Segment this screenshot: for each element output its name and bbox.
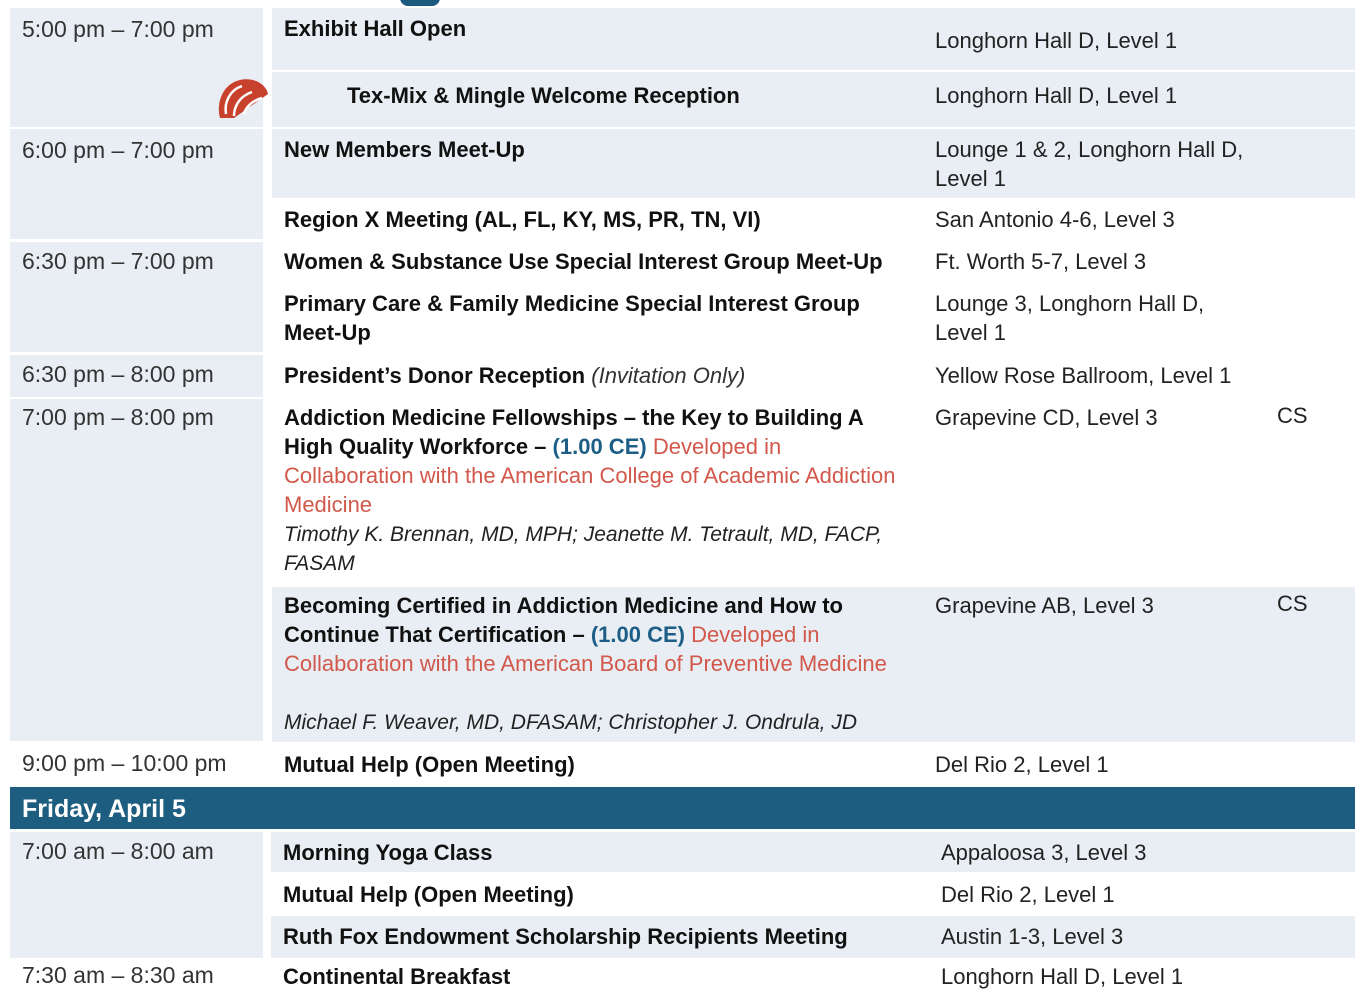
event-cell: Primary Care & Family Medicine Special I… [272,284,1355,352]
event-cell: Morning Yoga Class Appaloosa 3, Level 3 [271,832,1355,872]
event-title: Women & Substance Use Special Interest G… [284,249,883,274]
event-location: Lounge 3, Longhorn Hall D, Level 1 [935,291,1205,345]
event-cell: Becoming Certified in Addiction Medicine… [272,587,1355,742]
time-cell: 7:30 am – 8:30 am [10,960,263,990]
schedule-row: Primary Care & Family Medicine Special I… [10,284,1355,352]
event-title: Becoming Certified in Addiction Medicine… [284,591,909,678]
event-title: Region X Meeting (AL, FL, KY, MS, PR, TN… [284,207,761,232]
time-cell: 9:00 pm – 10:00 pm [10,744,263,786]
event-title: Tex-Mix & Mingle Welcome Reception [347,83,740,108]
event-title: Continental Breakfast [283,964,511,989]
time-cell: 6:30 pm – 8:00 pm [10,355,263,397]
schedule-row: 7:30 am – 8:30 am Continental Breakfast … [10,960,1355,990]
schedule-row: 6:30 pm – 7:00 pm Women & Substance Use … [10,242,1355,352]
section-top-edge [0,0,1355,8]
event-cell: Addiction Medicine Fellowships – the Key… [272,399,1355,584]
event-cell: Ruth Fox Endowment Scholarship Recipient… [271,916,1355,958]
event-cell: President’s Donor Reception (Invitation … [272,355,1355,397]
event-note: (Invitation Only) [591,363,746,388]
event-cell: Continental Breakfast Longhorn Hall D, L… [271,960,1355,990]
schedule-row: Region X Meeting (AL, FL, KY, MS, PR, TN… [10,199,1355,239]
event-title: Exhibit Hall Open [284,16,467,41]
event-location: Longhorn Hall D, Level 1 [941,964,1184,989]
event-cell: Mutual Help (Open Meeting) Del Rio 2, Le… [272,744,1355,786]
event-location: Austin 1-3, Level 3 [941,924,1124,949]
schedule-row: Tex-Mix & Mingle Welcome Reception Longh… [10,72,1355,127]
schedule-page: 5:00 pm – 7:00 pm Exhibit Hall Open Long… [0,0,1355,990]
event-title: New Members Meet-Up [284,137,525,162]
day-header-label: Friday, April 5 [22,795,186,823]
event-title: President’s Donor Reception (Invitation … [284,361,924,390]
event-cell: Region X Meeting (AL, FL, KY, MS, PR, TN… [272,199,1355,239]
event-location: Grapevine CD, Level 3 [935,405,1158,430]
event-location: Longhorn Hall D, Level 1 [935,83,1178,108]
schedule-row: 7:00 am – 8:00 am Morning Yoga Class App… [10,832,1355,958]
event-cell: Mutual Help (Open Meeting) Del Rio 2, Le… [271,874,1355,914]
event-title: Mutual Help (Open Meeting) [283,882,574,907]
schedule-row: 6:30 pm – 8:00 pm President’s Donor Rece… [10,355,1355,397]
event-cell: Women & Substance Use Special Interest G… [272,242,1355,282]
event-title-text: President’s Donor Reception [284,363,586,388]
event-title: Primary Care & Family Medicine Special I… [284,291,860,345]
speakers: Timothy K. Brennan, MD, MPH; Jeanette M.… [284,523,883,575]
time-label: 9:00 pm – 10:00 pm [22,750,227,776]
taco-icon [218,79,268,118]
event-title: Mutual Help (Open Meeting) [284,752,575,777]
event-location: San Antonio 4-6, Level 3 [935,207,1175,232]
event-location: Del Rio 2, Level 1 [941,882,1115,907]
ce-credit: (1.00 CE) [552,434,647,459]
event-location: Lounge 1 & 2, Longhorn Hall D, Level 1 [935,137,1244,191]
time-label: 7:30 am – 8:30 am [22,962,214,988]
event-title: Addiction Medicine Fellowships – the Key… [284,403,909,519]
schedule-row: Ruth Fox Endowment Scholarship Recipient… [10,916,1355,958]
session-code: CS [1277,591,1308,616]
event-location: Appaloosa 3, Level 3 [941,840,1147,865]
event-title: Morning Yoga Class [283,840,493,865]
speakers: Michael F. Weaver, MD, DFASAM; Christoph… [284,711,858,734]
heading-fragment [400,0,440,6]
time-label: 6:30 pm – 8:00 pm [22,361,214,387]
schedule-row: 9:00 pm – 10:00 pm Mutual Help (Open Mee… [10,744,1355,786]
session-code: CS [1277,403,1308,428]
time-label: 7:00 pm – 8:00 pm [22,404,214,430]
event-location: Grapevine AB, Level 3 [935,593,1154,618]
event-cell: Exhibit Hall Open Longhorn Hall D, Level… [272,8,1355,70]
event-title: Ruth Fox Endowment Scholarship Recipient… [283,924,848,949]
time-label: 6:00 pm – 7:00 pm [22,137,214,163]
event-location: Ft. Worth 5-7, Level 3 [935,249,1147,274]
event-cell: Tex-Mix & Mingle Welcome Reception Longh… [218,72,1355,127]
time-label: 5:00 pm – 7:00 pm [22,16,214,42]
event-location: Yellow Rose Ballroom, Level 1 [935,363,1232,388]
schedule-row: 5:00 pm – 7:00 pm Exhibit Hall Open Long… [10,8,1355,127]
time-label: 7:00 am – 8:00 am [22,838,214,864]
ce-credit: (1.00 CE) [590,622,685,647]
day-header: Friday, April 5 [10,787,1355,829]
schedule-row: Mutual Help (Open Meeting) Del Rio 2, Le… [10,874,1355,914]
time-label: 6:30 pm – 7:00 pm [22,248,214,274]
schedule-row: Becoming Certified in Addiction Medicine… [10,587,1355,742]
schedule-row: 7:00 pm – 8:00 pm Addiction Medicine Fel… [10,399,1355,741]
event-location: Del Rio 2, Level 1 [935,752,1109,777]
event-location: Longhorn Hall D, Level 1 [935,28,1178,53]
event-cell: New Members Meet-Up Lounge 1 & 2, Longho… [272,129,1355,198]
schedule-row: 6:00 pm – 7:00 pm New Members Meet-Up Lo… [10,129,1355,239]
